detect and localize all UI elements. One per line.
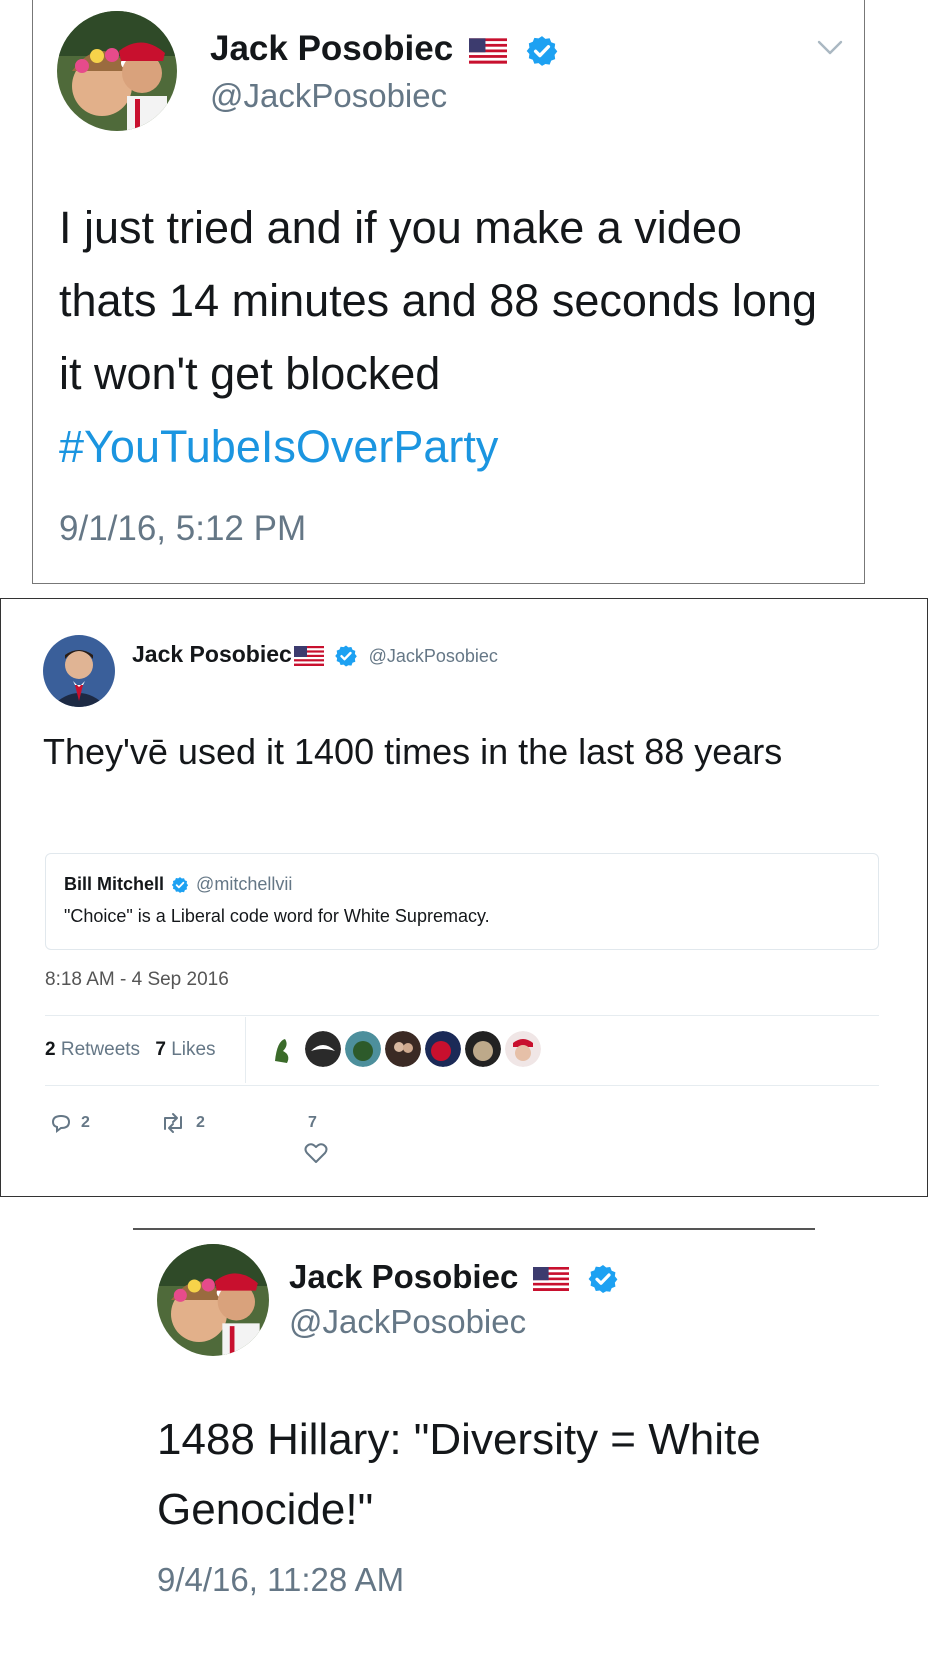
- reply-count[interactable]: 2: [81, 1114, 90, 1132]
- avatar[interactable]: [157, 1244, 269, 1356]
- timestamp[interactable]: 9/4/16, 11:28 AM: [157, 1561, 404, 1599]
- reply-icon[interactable]: [49, 1111, 73, 1135]
- divider: [45, 1015, 879, 1016]
- divider: [45, 1085, 879, 1086]
- quoted-display-name: Bill Mitchell: [64, 874, 165, 894]
- liker-avatars: [265, 1031, 541, 1067]
- liker-avatar[interactable]: [505, 1031, 541, 1067]
- likes-label: Likes: [171, 1039, 216, 1060]
- quoted-name-row: Bill Mitchell @mitchellvii: [64, 874, 292, 895]
- tweet-text: 1488 Hillary: "Diversity = White Genocid…: [157, 1415, 761, 1534]
- display-name[interactable]: Jack Posobiec: [210, 29, 453, 68]
- display-name[interactable]: Jack Posobiec: [132, 641, 292, 667]
- tweet-text: I just tried and if you make a video tha…: [59, 191, 849, 483]
- tweet-card-2: Jack Posobiec @JackPosobiec They'vē used…: [0, 598, 928, 1197]
- divider: [245, 1017, 246, 1083]
- likes-count: 7: [155, 1039, 166, 1060]
- verified-badge-icon: [587, 1263, 619, 1295]
- like-count[interactable]: 7: [308, 1114, 317, 1132]
- avatar[interactable]: [57, 11, 177, 131]
- tweet-body: I just tried and if you make a video tha…: [59, 202, 818, 399]
- chevron-down-icon[interactable]: [816, 39, 844, 57]
- tweet-card-3: Jack Posobiec @JackPosobiec 1488 Hillary…: [133, 1228, 815, 1628]
- tweet-card-1: Jack Posobiec @JackPosobiec I just tried…: [32, 0, 865, 584]
- quoted-text: "Choice" is a Liberal code word for Whit…: [64, 906, 490, 926]
- display-name[interactable]: Jack Posobiec: [289, 1258, 518, 1295]
- display-name-row[interactable]: Jack Posobiec @JackPosobiec: [132, 641, 498, 668]
- liker-avatar[interactable]: [385, 1031, 421, 1067]
- retweets-label: Retweets: [60, 1039, 141, 1060]
- timestamp[interactable]: 8:18 AM - 4 Sep 2016: [45, 969, 229, 991]
- verified-badge-icon: [171, 876, 189, 894]
- display-name-row[interactable]: Jack Posobiec: [210, 29, 559, 69]
- engagement-stats: 2 Retweets 7 Likes: [45, 1039, 216, 1061]
- handle[interactable]: @JackPosobiec: [289, 1303, 526, 1341]
- handle[interactable]: @JackPosobiec: [369, 646, 498, 666]
- likes-stat[interactable]: 7 Likes: [155, 1039, 215, 1060]
- tweet-text: They'vē used it 1400 times in the last 8…: [43, 731, 783, 772]
- liker-avatar[interactable]: [425, 1031, 461, 1067]
- avatar-photo: [57, 11, 177, 131]
- avatar[interactable]: [43, 635, 115, 707]
- retweet-count[interactable]: 2: [196, 1114, 205, 1132]
- timestamp[interactable]: 9/1/16, 5:12 PM: [59, 509, 306, 549]
- avatar-photo: [43, 635, 115, 707]
- retweet-icon[interactable]: [159, 1111, 187, 1135]
- quoted-tweet[interactable]: Bill Mitchell @mitchellvii "Choice" is a…: [45, 853, 879, 950]
- us-flag-icon: [469, 38, 507, 64]
- handle[interactable]: @JackPosobiec: [210, 77, 447, 115]
- us-flag-icon: [533, 1267, 569, 1291]
- avatar-photo: [157, 1244, 269, 1356]
- heart-icon[interactable]: [303, 1141, 329, 1165]
- retweets-count: 2: [45, 1039, 56, 1060]
- hashtag-link[interactable]: #YouTubeIsOverParty: [59, 421, 498, 472]
- liker-avatar[interactable]: [345, 1031, 381, 1067]
- verified-badge-icon: [334, 644, 358, 668]
- liker-avatar[interactable]: [265, 1031, 301, 1067]
- quoted-handle: @mitchellvii: [196, 874, 293, 894]
- us-flag-icon: [294, 646, 324, 666]
- liker-avatar[interactable]: [465, 1031, 501, 1067]
- display-name-row[interactable]: Jack Posobiec: [289, 1258, 619, 1296]
- verified-badge-icon: [525, 34, 559, 68]
- retweets-stat[interactable]: 2 Retweets: [45, 1039, 140, 1060]
- liker-avatar[interactable]: [305, 1031, 341, 1067]
